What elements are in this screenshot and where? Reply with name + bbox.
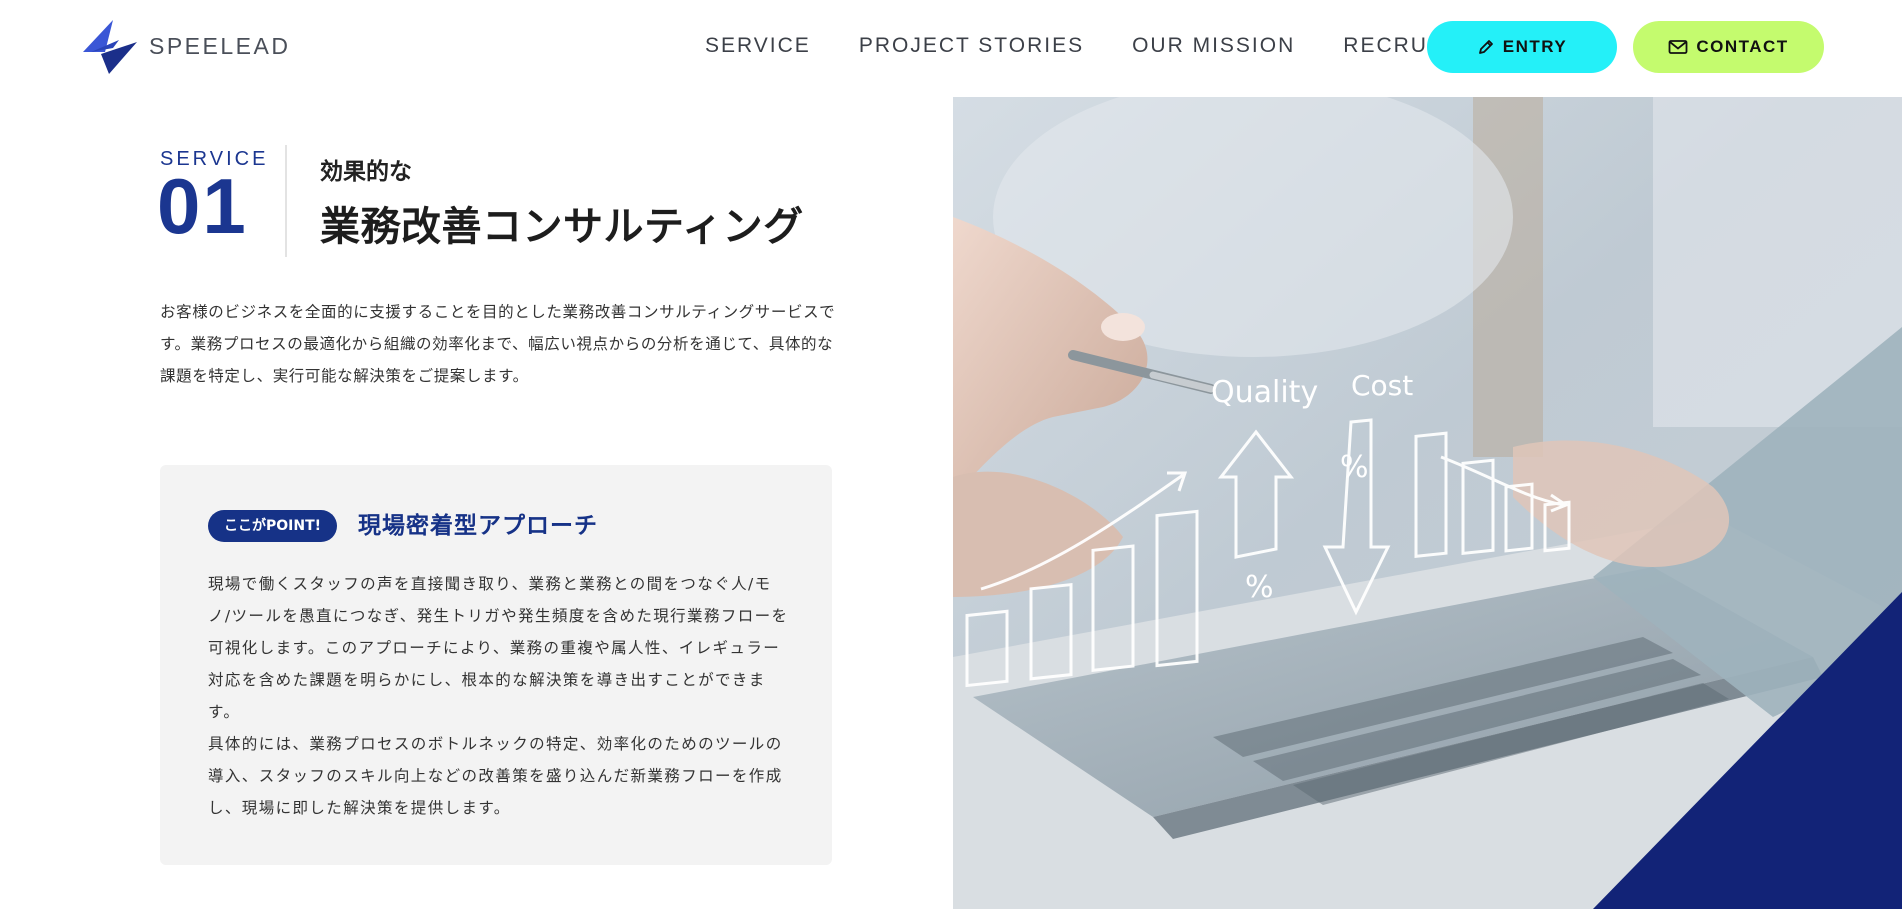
contact-label: CONTACT — [1696, 37, 1789, 56]
point-badge: ここがPOINT! — [208, 510, 338, 542]
point-title: 現場密着型アプローチ — [358, 513, 598, 539]
hero-label-cost: Cost — [1351, 369, 1413, 402]
service-subtitle: 効果的な — [320, 159, 412, 185]
main-nav: SERVICE PROJECT STORIES OUR MISSION RECR… — [705, 30, 1499, 62]
contact-button[interactable]: CONTACT — [1633, 21, 1824, 73]
nav-service[interactable]: SERVICE — [705, 30, 811, 62]
title-divider — [285, 145, 287, 257]
hero-illustration: Quality Cost % % — [953, 97, 1902, 909]
service-title: 業務改善コンサルティング — [320, 204, 804, 250]
point-box: ここがPOINT! 現場密着型アプローチ 現場で働くスタッフの声を直接聞き取り、… — [160, 465, 832, 865]
service-number: 01 — [157, 162, 248, 250]
site-logo[interactable]: SPEELEAD — [79, 18, 290, 74]
pencil-icon — [1478, 40, 1493, 54]
lightning-logo-icon — [83, 20, 137, 74]
entry-button[interactable]: ENTRY — [1427, 21, 1617, 73]
nav-project-stories[interactable]: PROJECT STORIES — [859, 30, 1084, 62]
hero-label-quality: Quality — [1211, 375, 1318, 410]
entry-label: ENTRY — [1502, 37, 1568, 56]
point-text: 現場で働くスタッフの声を直接聞き取り、業務と業務との間をつなぐ人/モノ/ツールを… — [208, 568, 790, 824]
point-paragraph-1: 現場で働くスタッフの声を直接聞き取り、業務と業務との間をつなぐ人/モノ/ツールを… — [208, 575, 789, 721]
mail-icon — [1668, 40, 1688, 54]
nav-our-mission[interactable]: OUR MISSION — [1132, 30, 1295, 62]
hero-percent-down: % — [1340, 450, 1369, 485]
logo-text: SPEELEAD — [149, 32, 291, 59]
point-paragraph-2: 具体的には、業務プロセスのボトルネックの特定、効率化のためのツールの導入、スタッ… — [208, 735, 783, 817]
hero-image: Quality Cost % % — [953, 97, 1902, 909]
service-description: お客様のビジネスを全面的に支援することを目的とした業務改善コンサルティングサービ… — [160, 303, 836, 385]
hero-percent-up: % — [1245, 570, 1274, 605]
